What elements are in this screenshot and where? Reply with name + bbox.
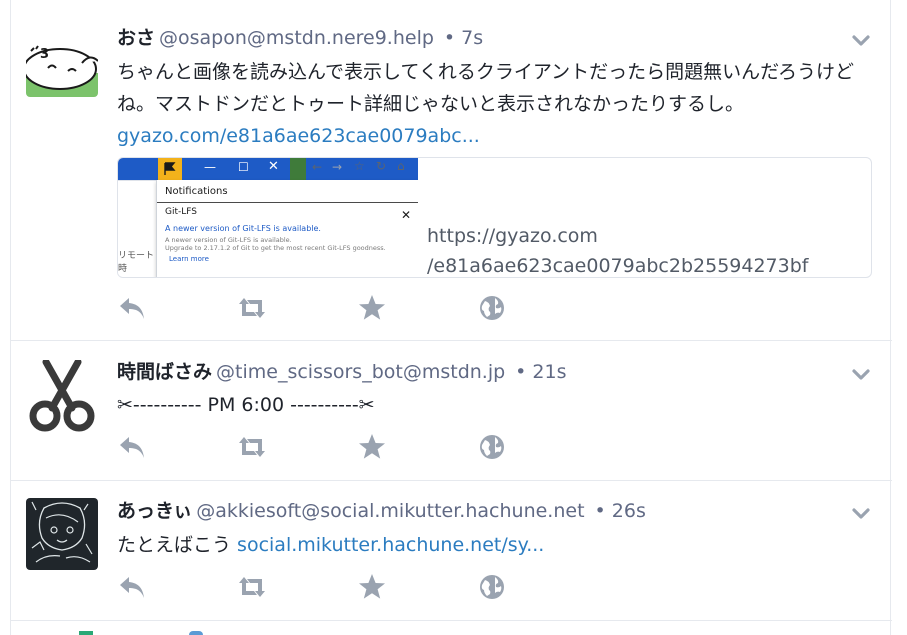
display-name[interactable]: あっきぃ bbox=[117, 500, 192, 522]
avatar[interactable] bbox=[26, 360, 98, 432]
status-item[interactable]: 3 おさ @osapon@mstdn.nere9.help • 7s ちゃんと画像を… bbox=[11, 0, 892, 341]
account-handle[interactable]: @time_scissors_bot@mstdn.jp bbox=[216, 361, 505, 383]
status-text: ちゃんと画像を読み込んで表示してくれるクライアントだったら問題無いんだろうけどね… bbox=[117, 61, 855, 115]
scissors-icon bbox=[26, 360, 98, 432]
reply-button[interactable] bbox=[117, 293, 147, 323]
timestamp[interactable]: • 26s bbox=[595, 500, 646, 522]
status-item[interactable]: 時間ばさみ @time_scissors_bot@mstdn.jp • 21s ✂-… bbox=[11, 341, 892, 481]
status-actions bbox=[117, 293, 537, 323]
card-thumbnail: — ☐ ✕ ← → ☆ ↻ ⌂ リモート 時 Notifications Git… bbox=[118, 158, 418, 277]
reply-icon bbox=[120, 437, 144, 458]
status-header: おさ @osapon@mstdn.nere9.help • 7s bbox=[117, 25, 483, 51]
status-text: たとえばこう bbox=[117, 534, 238, 556]
reply-button[interactable] bbox=[117, 432, 147, 462]
account-handle[interactable]: @akkiesoft@social.mikutter.hachune.net bbox=[196, 500, 584, 522]
status-item[interactable]: あっきぃ @akkiesoft@social.mikutter.hachune.n… bbox=[11, 481, 892, 621]
boost-icon bbox=[239, 298, 265, 318]
boost-button[interactable] bbox=[237, 432, 267, 462]
reply-icon bbox=[120, 577, 144, 598]
globe-icon bbox=[480, 296, 504, 320]
reply-icon bbox=[120, 298, 144, 319]
display-name[interactable]: 時間ばさみ bbox=[117, 361, 212, 383]
status-content: ✂---------- PM 6:00 ----------✂ bbox=[117, 389, 877, 421]
status-header: 時間ばさみ @time_scissors_bot@mstdn.jp • 21s bbox=[117, 359, 567, 385]
visibility-button[interactable] bbox=[477, 432, 507, 462]
rice-cake-face-icon: 3 bbox=[26, 25, 98, 97]
reply-button[interactable] bbox=[117, 572, 147, 602]
visibility-button[interactable] bbox=[477, 293, 507, 323]
flag-icon bbox=[164, 162, 176, 175]
status-text: ✂---------- PM 6:00 ----------✂ bbox=[117, 394, 375, 416]
status-actions bbox=[117, 432, 537, 462]
favourite-button[interactable] bbox=[357, 293, 387, 323]
chevron-down-icon[interactable] bbox=[850, 364, 872, 386]
boost-button[interactable] bbox=[237, 293, 267, 323]
avatar[interactable] bbox=[26, 498, 98, 570]
next-status-partial bbox=[11, 620, 892, 635]
globe-icon bbox=[480, 575, 504, 599]
avatar[interactable]: 3 bbox=[26, 25, 98, 97]
chevron-down-icon[interactable] bbox=[850, 30, 872, 52]
card-url[interactable]: https://gyazo.com /e81a6ae623cae0079abc2… bbox=[427, 221, 808, 277]
timeline-column: 3 おさ @osapon@mstdn.nere9.help • 7s ちゃんと画像を… bbox=[10, 0, 892, 635]
boost-icon bbox=[239, 437, 265, 457]
display-name[interactable]: おさ bbox=[117, 27, 155, 49]
favourite-button[interactable] bbox=[357, 432, 387, 462]
favourite-icon bbox=[359, 574, 385, 599]
timestamp[interactable]: • 7s bbox=[444, 27, 483, 49]
status-link[interactable]: gyazo.com/e81a6ae623cae0079abc... bbox=[117, 125, 480, 147]
status-content: ちゃんと画像を読み込んで表示してくれるクライアントだったら問題無いんだろうけどね… bbox=[117, 56, 877, 152]
status-header: あっきぃ @akkiesoft@social.mikutter.hachune.n… bbox=[117, 498, 646, 524]
visibility-button[interactable] bbox=[477, 572, 507, 602]
favourite-icon bbox=[359, 295, 385, 320]
globe-icon bbox=[480, 435, 504, 459]
timestamp[interactable]: • 21s bbox=[515, 361, 566, 383]
favourite-button[interactable] bbox=[357, 572, 387, 602]
status-content: たとえばこう social.mikutter.hachune.net/sy... bbox=[117, 529, 877, 561]
boost-icon bbox=[239, 577, 265, 597]
chalk-drawing-icon bbox=[26, 498, 98, 570]
boost-button[interactable] bbox=[237, 572, 267, 602]
favourite-icon bbox=[359, 434, 385, 459]
svg-text:3: 3 bbox=[40, 47, 49, 62]
status-actions bbox=[117, 572, 537, 602]
chevron-down-icon[interactable] bbox=[850, 503, 872, 525]
account-handle[interactable]: @osapon@mstdn.nere9.help bbox=[159, 27, 434, 49]
link-preview-card[interactable]: — ☐ ✕ ← → ☆ ↻ ⌂ リモート 時 Notifications Git… bbox=[117, 157, 872, 278]
status-link[interactable]: social.mikutter.hachune.net/sy... bbox=[237, 534, 544, 556]
